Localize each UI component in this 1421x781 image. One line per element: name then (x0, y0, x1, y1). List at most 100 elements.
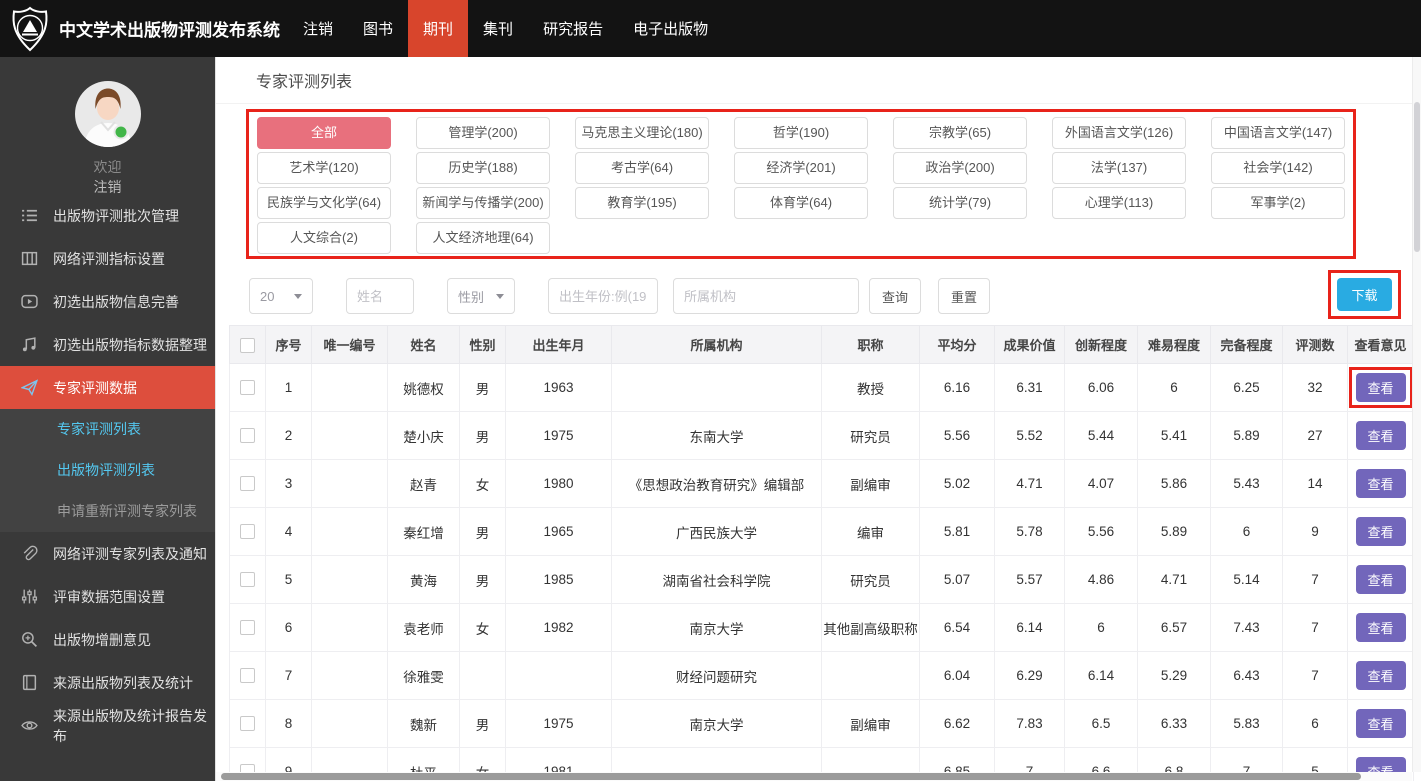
gender-select[interactable]: 性别 (447, 278, 515, 314)
sidebar-subitem[interactable]: 出版物评测列表 (0, 450, 215, 491)
select-all-checkbox[interactable] (240, 337, 255, 353)
category-button[interactable]: 哲学(190) (734, 117, 868, 149)
view-button[interactable]: 查看 (1355, 661, 1406, 690)
column-header: 姓名 (387, 325, 460, 364)
nav-item-2[interactable]: 图书 (348, 0, 408, 57)
zoom-plus-icon (21, 631, 38, 648)
column-header: 性别 (459, 325, 506, 364)
row-checkbox[interactable] (240, 428, 255, 444)
nav-item-6[interactable]: 电子出版物 (618, 0, 723, 57)
column-header: 所属机构 (611, 325, 822, 364)
category-button[interactable]: 统计学(79) (893, 187, 1027, 219)
sidebar-item[interactable]: 网络评测专家列表及通知 (0, 532, 215, 575)
sidebar-item[interactable]: 初选出版物指标数据整理 (0, 323, 215, 366)
view-button[interactable]: 查看 (1355, 517, 1406, 546)
horizontal-scrollbar-thumb[interactable] (221, 773, 1361, 780)
category-button[interactable]: 军事学(2) (1211, 187, 1345, 219)
vertical-scrollbar-thumb[interactable] (1414, 102, 1420, 252)
nav-item-4[interactable]: 集刊 (468, 0, 528, 57)
download-button[interactable]: 下载 (1337, 278, 1392, 311)
org-input[interactable] (673, 278, 859, 314)
cell-count: 7 (1282, 603, 1348, 652)
category-button[interactable]: 中国语言文学(147) (1211, 117, 1345, 149)
row-checkbox[interactable] (240, 620, 255, 636)
view-button[interactable]: 查看 (1355, 709, 1406, 738)
cell-title: 副编审 (821, 699, 920, 748)
search-button[interactable]: 查询 (869, 278, 921, 314)
category-button[interactable]: 法学(137) (1052, 152, 1186, 184)
cell-name: 黄海 (387, 555, 460, 604)
view-button[interactable]: 查看 (1355, 421, 1406, 450)
sidebar-subitem[interactable]: 申请重新评测专家列表 (0, 491, 215, 532)
category-button[interactable]: 心理学(113) (1052, 187, 1186, 219)
sidebar-item-label: 网络评测指标设置 (53, 250, 165, 267)
welcome-text: 欢迎 (93, 159, 122, 175)
cell-uid (311, 459, 388, 508)
sidebar-item[interactable]: 网络评测指标设置 (0, 237, 215, 280)
birth-year-input[interactable] (548, 278, 658, 314)
row-checkbox[interactable] (240, 524, 255, 540)
sidebar-subitem[interactable]: 专家评测列表 (0, 409, 215, 450)
sidebar-item[interactable]: 初选出版物信息完善 (0, 280, 215, 323)
category-button[interactable]: 人文综合(2) (257, 222, 391, 254)
row-checkbox[interactable] (240, 668, 255, 684)
cell-name: 袁老师 (387, 603, 460, 652)
page-size-select[interactable]: 20 (249, 278, 313, 314)
row-checkbox[interactable] (240, 380, 255, 396)
view-button[interactable]: 查看 (1355, 469, 1406, 498)
category-button[interactable]: 历史学(188) (416, 152, 550, 184)
cell-birth: 1965 (505, 507, 612, 556)
sidebar-item[interactable]: 出版物增删意见 (0, 618, 215, 661)
category-button[interactable]: 考古学(64) (575, 152, 709, 184)
sidebar-item[interactable]: 评审数据范围设置 (0, 575, 215, 618)
category-button[interactable]: 体育学(64) (734, 187, 868, 219)
table-row: 5 黄海男 1985 湖南省社会科学院 研究员 5.07 5.57 4.86 4.71 5.14 7… (229, 555, 1414, 604)
view-cell: 查看 (1347, 459, 1414, 508)
cell-birth: 1975 (505, 699, 612, 748)
nav-item-1[interactable]: 注销 (288, 0, 348, 57)
cell-innov: 6.14 (1064, 651, 1138, 700)
view-button[interactable]: 查看 (1355, 373, 1406, 402)
paperclip-icon (21, 545, 38, 562)
row-checkbox[interactable] (240, 716, 255, 732)
sidebar-item[interactable]: 出版物评测批次管理 (0, 194, 215, 237)
view-button[interactable]: 查看 (1355, 613, 1406, 642)
brand: 中文学术出版物评测发布系统 (0, 0, 280, 57)
cell-value: 5.52 (994, 411, 1065, 460)
category-button[interactable]: 新闻学与传播学(200) (416, 187, 550, 219)
reset-button[interactable]: 重置 (938, 278, 990, 314)
chevron-down-icon (496, 293, 504, 299)
category-button[interactable]: 艺术学(120) (257, 152, 391, 184)
category-button[interactable]: 全部 (257, 117, 391, 149)
category-button[interactable]: 外国语言文学(126) (1052, 117, 1186, 149)
cell-uid (311, 651, 388, 700)
category-button[interactable]: 民族学与文化学(64) (257, 187, 391, 219)
sidebar-item[interactable]: 来源出版物及统计报告发布 (0, 704, 215, 747)
name-input[interactable] (346, 278, 414, 314)
category-button[interactable]: 人文经济地理(64) (416, 222, 550, 254)
category-button[interactable]: 管理学(200) (416, 117, 550, 149)
side-menu: 出版物评测批次管理网络评测指标设置初选出版物信息完善 初选出版物指标数据整理 专家评… (0, 194, 215, 747)
logout-link[interactable]: 注销 (0, 177, 215, 195)
cell-diff: 5.29 (1137, 651, 1211, 700)
category-button[interactable]: 经济学(201) (734, 152, 868, 184)
category-button[interactable]: 宗教学(65) (893, 117, 1027, 149)
view-button[interactable]: 查看 (1355, 565, 1406, 594)
cell-comp: 6 (1210, 507, 1283, 556)
cell-no: 8 (265, 699, 312, 748)
sidebar-item[interactable]: 专家评测数据 (0, 366, 215, 409)
sidebar-item-label: 网络评测专家列表及通知 (53, 545, 207, 562)
list-icon (21, 207, 38, 224)
row-checkbox[interactable] (240, 476, 255, 492)
nav-item-3[interactable]: 期刊 (408, 0, 469, 57)
row-checkbox[interactable] (240, 572, 255, 588)
sidebar-item[interactable]: 来源出版物列表及统计 (0, 661, 215, 704)
nav-item-5[interactable]: 研究报告 (528, 0, 618, 57)
cell-avg: 5.56 (919, 411, 995, 460)
cell-name: 楚小庆 (387, 411, 460, 460)
category-button[interactable]: 马克思主义理论(180) (575, 117, 709, 149)
category-button[interactable]: 教育学(195) (575, 187, 709, 219)
category-button[interactable]: 社会学(142) (1211, 152, 1345, 184)
view-cell: 查看 (1347, 363, 1414, 412)
category-button[interactable]: 政治学(200) (893, 152, 1027, 184)
